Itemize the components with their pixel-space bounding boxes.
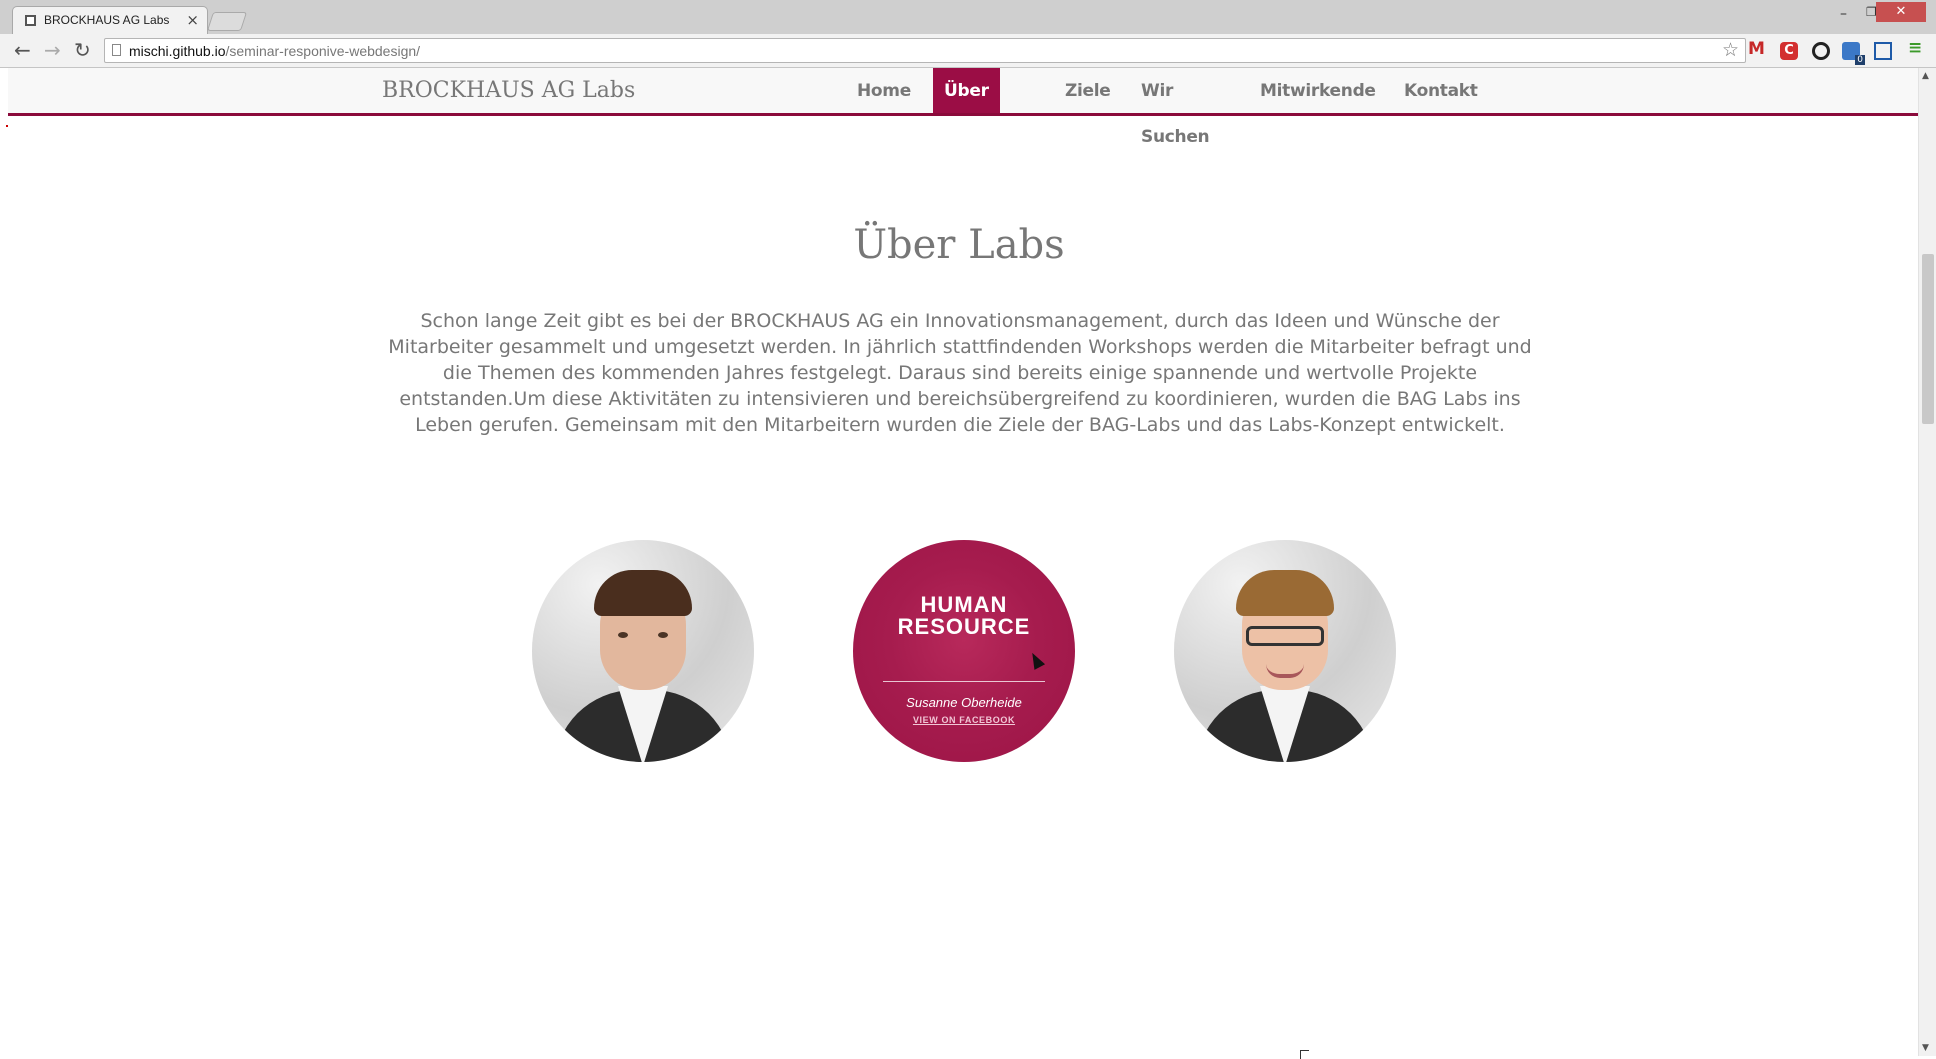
nav-wir-suchen[interactable]: Wir Suchen	[1130, 68, 1220, 147]
site-header: BROCKHAUS AG Labs Home Über Labs Ziele W…	[8, 68, 1918, 147]
site-brand[interactable]: BROCKHAUS AG Labs	[382, 78, 635, 103]
url-text: mischi.github.io/seminar-responive-webde…	[129, 43, 420, 59]
nav-home[interactable]: Home	[846, 68, 922, 113]
address-bar[interactable]: mischi.github.io/seminar-responive-webde…	[104, 38, 1746, 63]
url-host: mischi.github.io	[129, 43, 226, 59]
browser-tab[interactable]: BROCKHAUS AG Labs ×	[12, 6, 208, 36]
new-tab-button[interactable]	[206, 12, 248, 31]
url-path: /seminar-responive-webdesign/	[225, 43, 421, 59]
scroll-down-icon[interactable]: ▼	[1922, 1043, 1929, 1053]
reload-icon[interactable]: ↻	[74, 38, 91, 62]
hr-card-overlay	[853, 540, 1075, 762]
photo-eye	[658, 632, 668, 638]
user-extension-icon[interactable]	[1842, 42, 1865, 65]
gmail-extension-icon[interactable]: M	[1748, 39, 1766, 59]
screen-capture-extension-icon[interactable]	[1874, 42, 1892, 60]
hr-card-title-line1: HUMAN	[920, 592, 1008, 617]
browser-toolbar: ← → ↻ mischi.github.io/seminar-responive…	[0, 34, 1936, 68]
hr-card-title: HUMAN RESOURCE	[853, 594, 1075, 638]
scroll-up-icon[interactable]: ▲	[1922, 71, 1929, 81]
back-icon[interactable]: ←	[14, 38, 31, 62]
page-scrollbar[interactable]: ▲ ▼	[1918, 68, 1936, 1056]
tab-close-icon[interactable]: ×	[186, 11, 199, 29]
bookmark-star-icon[interactable]: ☆	[1722, 39, 1739, 61]
window-minimize-button[interactable]: –	[1840, 6, 1847, 22]
nav-mitwirkende[interactable]: Mitwirkende	[1249, 68, 1387, 113]
team-member-hr-card[interactable]: HUMAN RESOURCE Susanne Oberheide VIEW ON…	[853, 540, 1075, 762]
section-title: Über Labs	[853, 222, 1065, 268]
team-member-photo[interactable]	[532, 540, 754, 762]
chrome-menu-icon[interactable]: ≡	[1908, 38, 1926, 58]
scrollbar-thumb[interactable]	[1922, 254, 1934, 424]
hr-card-divider	[883, 681, 1045, 682]
forward-icon[interactable]: →	[44, 38, 61, 62]
view-on-facebook-link[interactable]: VIEW ON FACEBOOK	[853, 715, 1075, 725]
hr-card-name: Susanne Oberheide	[906, 695, 1022, 710]
intro-paragraph: Schon lange Zeit gibt es bei der BROCKHA…	[388, 310, 1532, 436]
page-icon	[112, 44, 121, 56]
photo-eye	[618, 632, 628, 638]
tab-title: BROCKHAUS AG Labs	[44, 13, 170, 27]
nav-kontakt[interactable]: Kontakt	[1393, 68, 1489, 113]
hr-card-title-line2: RESOURCE	[897, 614, 1031, 639]
photo-glasses	[1246, 626, 1324, 646]
window-close-button[interactable]: ✕	[1876, 2, 1926, 22]
team-member-photo[interactable]	[1174, 540, 1396, 762]
nav-ueber-labs[interactable]: Über Labs	[933, 68, 1000, 147]
stray-dot	[6, 125, 8, 127]
nav-ziele[interactable]: Ziele	[1054, 68, 1122, 113]
mouse-cursor-icon	[1300, 1050, 1309, 1059]
clock-extension-icon[interactable]	[1812, 42, 1830, 60]
browser-tabstrip: BROCKHAUS AG Labs × – ❐ ✕	[0, 0, 1936, 36]
c-extension-icon[interactable]: C	[1780, 42, 1798, 60]
page-favicon-icon	[25, 15, 36, 26]
